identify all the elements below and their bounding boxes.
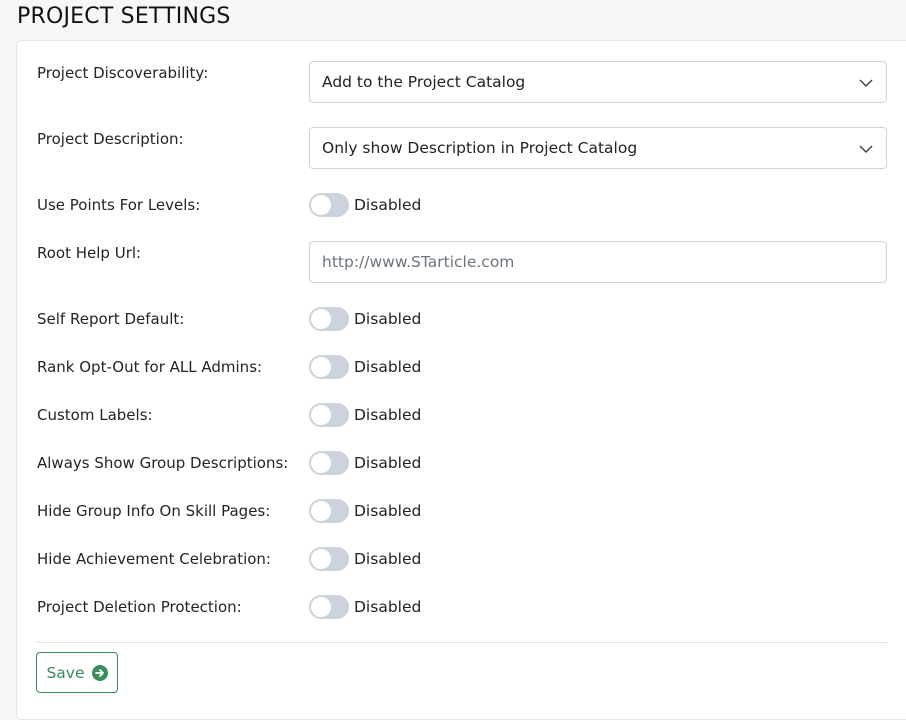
custom-labels-label: Custom Labels:	[37, 406, 153, 424]
description-select[interactable]: Only show Description in Project Catalog	[309, 127, 887, 169]
toggle-knob	[311, 405, 331, 425]
toggle-knob	[311, 501, 331, 521]
hide-achievement-toggle[interactable]	[309, 547, 349, 571]
page-title: PROJECT SETTINGS	[17, 4, 231, 29]
save-button[interactable]: Save	[36, 652, 118, 693]
group-descriptions-state: Disabled	[354, 454, 422, 472]
description-label: Project Description:	[37, 130, 184, 148]
deletion-protection-toggle[interactable]	[309, 595, 349, 619]
divider	[36, 642, 887, 643]
rank-opt-out-toggle[interactable]	[309, 355, 349, 379]
self-report-default-label: Self Report Default:	[37, 310, 185, 328]
hide-group-info-toggle[interactable]	[309, 499, 349, 523]
deletion-protection-state: Disabled	[354, 598, 422, 616]
root-help-url-input[interactable]	[309, 241, 887, 283]
discoverability-label: Project Discoverability:	[37, 64, 209, 82]
toggle-knob	[311, 309, 331, 329]
rank-opt-out-state: Disabled	[354, 358, 422, 376]
toggle-knob	[311, 453, 331, 473]
chevron-down-icon	[859, 79, 873, 88]
group-descriptions-label: Always Show Group Descriptions:	[37, 454, 289, 472]
hide-achievement-label: Hide Achievement Celebration:	[37, 550, 271, 568]
arrow-circle-right-icon	[91, 664, 108, 681]
group-descriptions-toggle[interactable]	[309, 451, 349, 475]
rank-opt-out-label: Rank Opt-Out for ALL Admins:	[37, 358, 263, 376]
toggle-knob	[311, 597, 331, 617]
hide-group-info-label: Hide Group Info On Skill Pages:	[37, 502, 271, 520]
points-for-levels-state: Disabled	[354, 196, 422, 214]
toggle-knob	[311, 357, 331, 377]
points-for-levels-label: Use Points For Levels:	[37, 196, 201, 214]
description-value: Only show Description in Project Catalog	[322, 139, 638, 157]
settings-card: Project Discoverability: Add to the Proj…	[16, 40, 906, 720]
toggle-knob	[311, 549, 331, 569]
discoverability-select[interactable]: Add to the Project Catalog	[309, 61, 887, 103]
self-report-default-state: Disabled	[354, 310, 422, 328]
points-for-levels-toggle[interactable]	[309, 193, 349, 217]
custom-labels-state: Disabled	[354, 406, 422, 424]
custom-labels-toggle[interactable]	[309, 403, 349, 427]
chevron-down-icon	[859, 145, 873, 154]
self-report-default-toggle[interactable]	[309, 307, 349, 331]
save-button-label: Save	[46, 663, 85, 682]
hide-achievement-state: Disabled	[354, 550, 422, 568]
deletion-protection-label: Project Deletion Protection:	[37, 598, 242, 616]
toggle-knob	[311, 195, 331, 215]
root-help-url-label: Root Help Url:	[37, 244, 142, 262]
hide-group-info-state: Disabled	[354, 502, 422, 520]
discoverability-value: Add to the Project Catalog	[322, 73, 526, 91]
